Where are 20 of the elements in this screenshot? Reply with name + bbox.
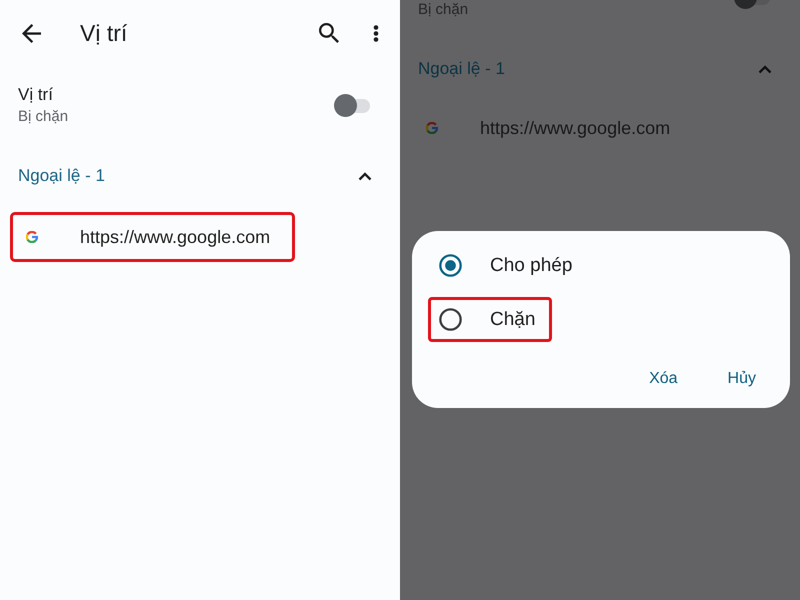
back-arrow-icon[interactable] (22, 24, 41, 42)
radio-button[interactable] (439, 308, 462, 331)
setting-summary: Bị chặn (18, 107, 68, 127)
g-logo-icon (26, 231, 38, 243)
dialog-action-button[interactable]: Xóa (637, 361, 690, 397)
dialog-action-button[interactable]: Hủy (716, 361, 768, 397)
chevron-up-icon[interactable] (358, 172, 372, 180)
setting-title: Vị trí (18, 84, 54, 106)
section-title[interactable]: Ngoại lệ - 1 (18, 165, 105, 187)
option-label[interactable]: Chặn (490, 308, 536, 332)
toggle-switch[interactable] (334, 94, 370, 117)
g-logo-icon (426, 122, 438, 134)
toggle-switch[interactable] (734, 0, 770, 9)
search-icon[interactable] (319, 23, 339, 43)
more-options-icon[interactable] (373, 24, 379, 42)
page-title: Vị trí (80, 19, 128, 47)
radio-button[interactable] (439, 254, 462, 277)
setting-summary: Bị chặn (418, 0, 468, 20)
site-url[interactable]: https://www.google.com (80, 226, 270, 248)
option-label[interactable]: Cho phép (490, 254, 572, 278)
